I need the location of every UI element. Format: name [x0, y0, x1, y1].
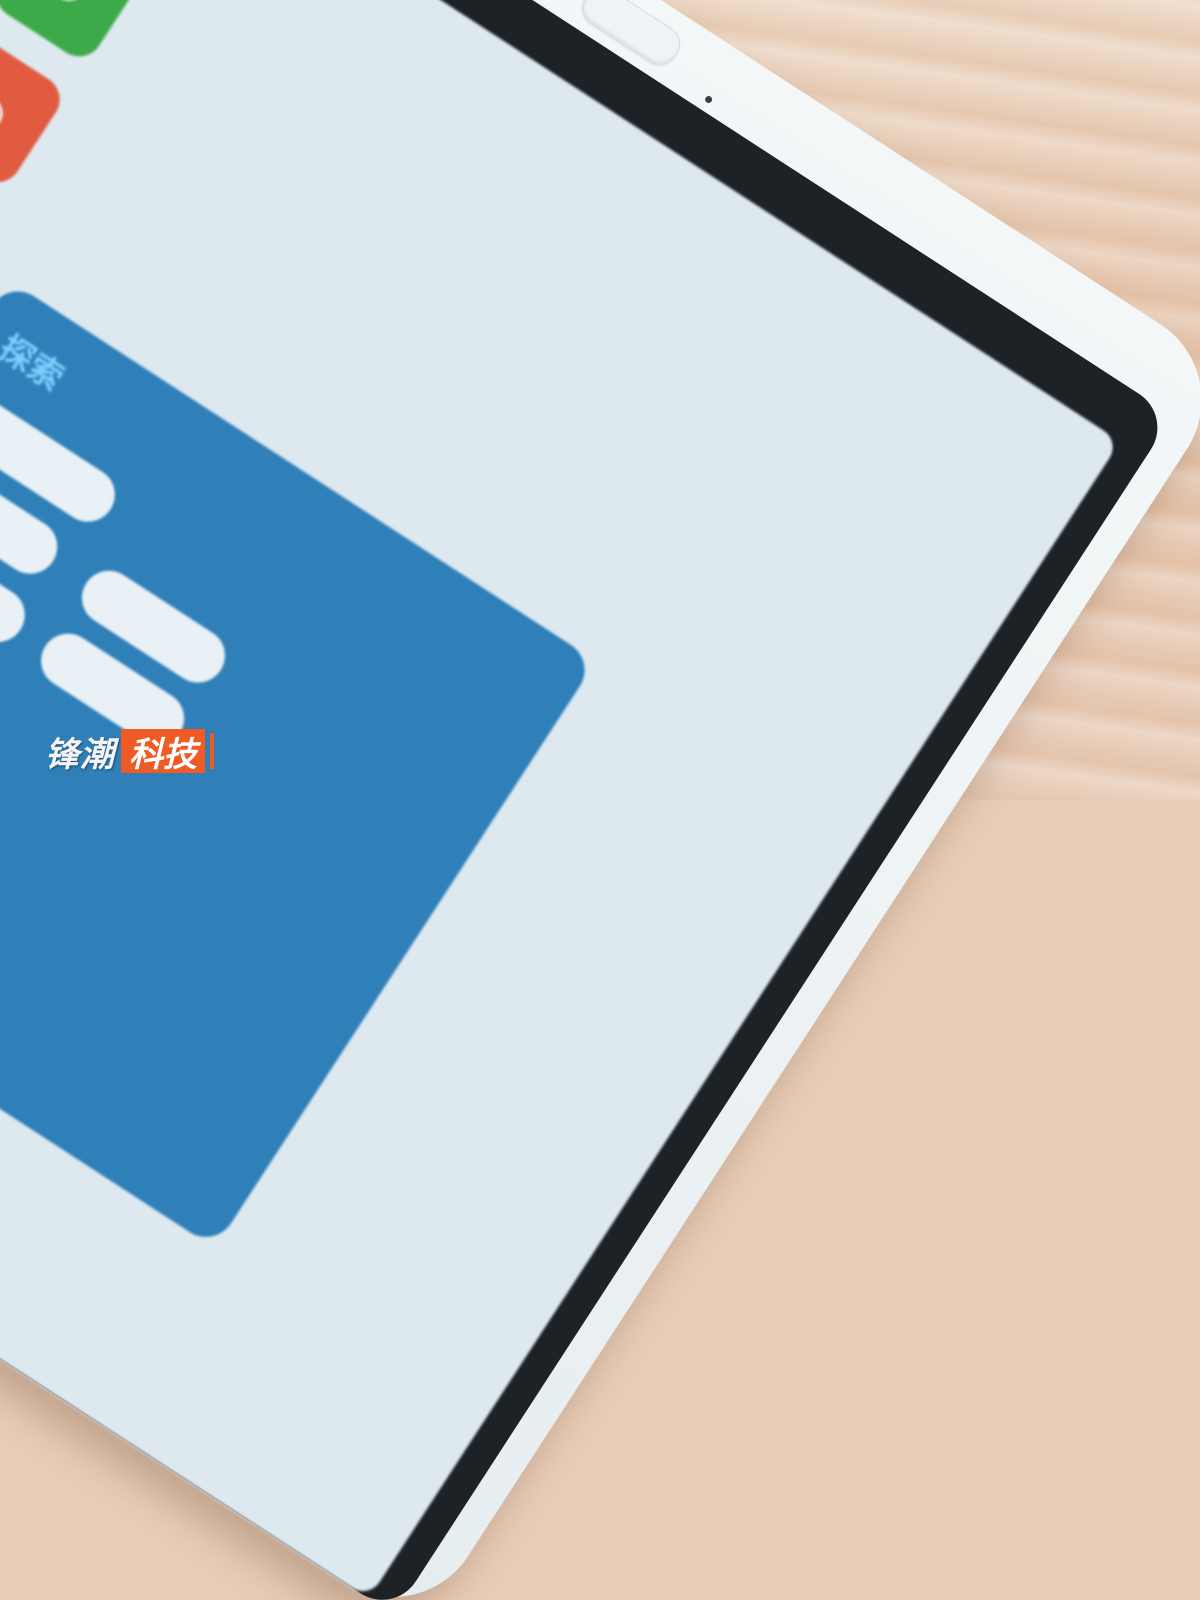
watermark-logo: 锋潮 科技	[45, 728, 214, 775]
panel-title: 探索	[0, 328, 71, 399]
tablet-device: ◕ ⚙ ▭ ✆ ◉ ✿ 探索	[0, 0, 1200, 1600]
watermark-text-part2: 科技	[121, 729, 205, 775]
watermark-text-part1: 锋潮	[45, 734, 115, 775]
watermark-accent-bar	[210, 733, 214, 769]
tablet-frame: ◕ ⚙ ▭ ✆ ◉ ✿ 探索	[0, 0, 1200, 1600]
speaker-hole-icon	[703, 94, 714, 105]
camera-app-icon[interactable]: ◉	[0, 28, 69, 192]
phone-app-icon[interactable]: ✆	[0, 0, 151, 66]
